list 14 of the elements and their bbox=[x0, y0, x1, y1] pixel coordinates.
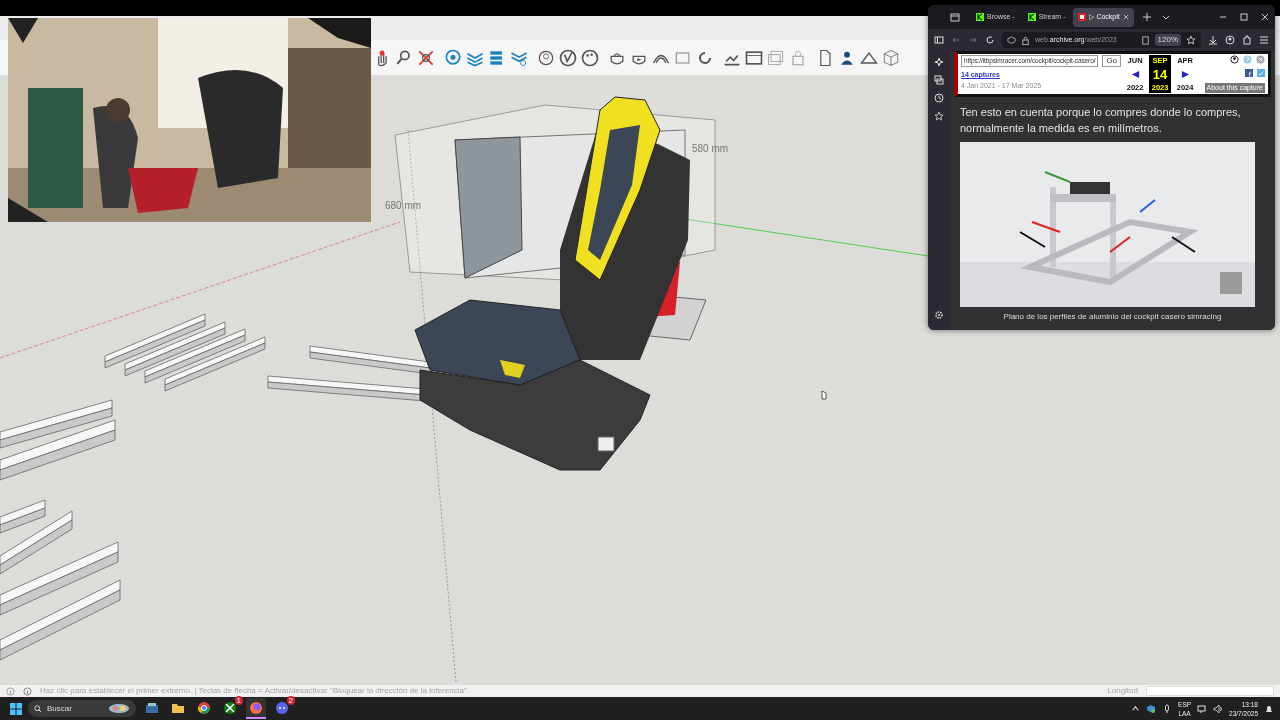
dimension-label: 680 mm bbox=[385, 200, 422, 211]
article-paragraph: Ten esto en cuenta porque lo compres donde lo compres, normalmente la medida es en milímetros. bbox=[959, 105, 1242, 136]
notification-badge: 2 bbox=[286, 696, 295, 705]
notification-badge: 1 bbox=[234, 696, 243, 705]
length-label: Longitud bbox=[1107, 685, 1138, 697]
dimension-label: 580 mm bbox=[692, 143, 729, 154]
xbox-button[interactable]: 1 bbox=[220, 698, 240, 719]
search-field[interactable]: Buscar bbox=[28, 700, 136, 717]
discord-button[interactable]: 2 bbox=[272, 698, 292, 719]
status-hint: Haz clic para establecer el primer extremo. | Teclas de flecha = Activar/desactivar "Bloquear la dirección de la inferencia". bbox=[40, 685, 469, 697]
zoom-level[interactable]: 120% bbox=[1154, 34, 1181, 46]
day-label[interactable]: 14 bbox=[1152, 67, 1168, 81]
figure-caption: Plano de los perfiles de aluminio del cockpit casero simracing bbox=[1002, 311, 1223, 323]
go-button[interactable]: Go bbox=[1102, 55, 1122, 67]
